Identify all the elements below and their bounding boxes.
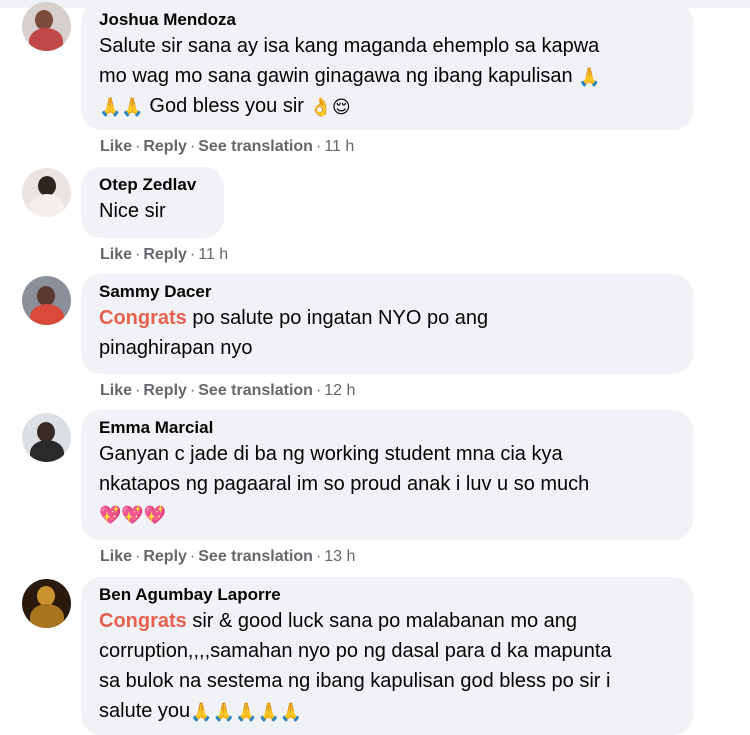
comment-bubble: Sammy Dacer Congrats po salute po ingata…	[81, 274, 693, 374]
comment-bubble: Joshua Mendoza Salute sir sana ay isa ka…	[81, 2, 693, 130]
like-link[interactable]: Like	[100, 246, 132, 263]
pray-emoji-icon: 🙏	[279, 701, 303, 722]
comment-text-line: Salute sir sana ay isa kang maganda ehem…	[99, 35, 600, 57]
heart-emoji-icon: 💖	[99, 504, 122, 525]
comment-bubble: Otep Zedlav Nice sir	[81, 167, 224, 238]
pray-emoji-icon: 🙏	[99, 96, 122, 117]
comment-text: Ganyan c jade di ba ng working student m…	[99, 439, 677, 529]
comment-author[interactable]: Ben Agumbay Laporre	[99, 584, 677, 606]
comment-text-line: 🙏🙏 God bless you sir 👌😌	[99, 91, 677, 121]
comment-author[interactable]: Sammy Dacer	[99, 281, 677, 303]
comment-text-line: corruption,,,,samahan nyo po ng dasal pa…	[99, 640, 612, 662]
relieved-face-emoji-icon: 😌	[331, 96, 351, 117]
see-translation-link[interactable]: See translation	[198, 138, 313, 155]
comment-text: Nice sir	[99, 200, 166, 222]
comment-text-line: Ganyan c jade di ba ng working student m…	[99, 443, 563, 465]
comment-text-line: 💖💖💖	[99, 499, 677, 529]
ok-hand-emoji-icon: 👌	[309, 96, 332, 117]
comment-timestamp[interactable]: 11 h	[324, 138, 354, 155]
comment-timestamp[interactable]: 11 h	[198, 246, 228, 263]
comment-timestamp[interactable]: 13 h	[324, 548, 355, 565]
comment-text-line: pinaghirapan nyo	[99, 337, 253, 359]
highlight-keyword[interactable]: Congrats	[99, 610, 187, 632]
like-link[interactable]: Like	[100, 382, 132, 399]
comment-text-segment: salute you	[99, 700, 191, 722]
pray-emoji-icon: 🙏	[190, 701, 213, 722]
comment-text-segment: sir & good luck sana po malabanan mo ang	[186, 610, 578, 632]
comment-text: Congrats sir & good luck sana po malaban…	[99, 606, 677, 726]
highlight-keyword[interactable]: Congrats	[99, 307, 187, 329]
like-link[interactable]: Like	[100, 138, 132, 155]
comment-actions: Like · Reply · 11 h	[100, 246, 229, 263]
comment-text-segment: mo wag mo sana gawin ginagawa ng ibang k…	[99, 65, 573, 87]
comment-actions: Like · Reply · See translation · 12 h	[100, 382, 356, 399]
pray-emoji-icon: 🙏	[257, 701, 280, 722]
comment-text-line: Congrats sir & good luck sana po malaban…	[99, 606, 677, 636]
comment-actions: Like · Reply · See translation · 13 h	[100, 548, 356, 565]
like-link[interactable]: Like	[100, 548, 132, 565]
comment-text: Congrats po salute po ingatan NYO po ang…	[99, 303, 677, 363]
comment-text: Salute sir sana ay isa kang maganda ehem…	[99, 31, 677, 121]
comment-bubble: Emma Marcial Ganyan c jade di ba ng work…	[81, 410, 693, 540]
comment-author[interactable]: Otep Zedlav	[99, 174, 208, 196]
see-translation-link[interactable]: See translation	[198, 548, 313, 565]
see-translation-link[interactable]: See translation	[198, 382, 313, 399]
avatar[interactable]	[22, 168, 71, 217]
avatar[interactable]	[22, 413, 71, 462]
avatar[interactable]	[22, 2, 71, 51]
comment-author[interactable]: Emma Marcial	[99, 417, 677, 439]
reply-link[interactable]: Reply	[143, 138, 187, 155]
comment-bubble: Ben Agumbay Laporre Congrats sir & good …	[81, 577, 693, 735]
reply-link[interactable]: Reply	[143, 382, 187, 399]
comment-text-line: nkatapos ng pagaaral im so proud anak i …	[99, 473, 590, 495]
heart-emoji-icon: 💖	[143, 504, 167, 525]
pray-emoji-icon: 🙏	[212, 701, 236, 722]
comment-text-segment: po salute po ingatan NYO po ang	[186, 307, 489, 329]
comment-timestamp[interactable]: 12 h	[324, 382, 355, 399]
reply-link[interactable]: Reply	[143, 246, 187, 263]
pray-emoji-icon: 🙏	[121, 96, 144, 117]
comment-text-line: sa bulok na sestema ng ibang kapulisan g…	[99, 670, 611, 692]
comment-actions: Like · Reply · See translation · 11 h	[100, 138, 355, 155]
reply-link[interactable]: Reply	[143, 548, 187, 565]
comment-text-line: Congrats po salute po ingatan NYO po ang	[99, 303, 677, 333]
avatar[interactable]	[22, 579, 71, 628]
pray-emoji-icon: 🙏	[578, 66, 601, 87]
pray-emoji-icon: 🙏	[235, 701, 258, 722]
comment-author[interactable]: Joshua Mendoza	[99, 9, 677, 31]
heart-emoji-icon: 💖	[121, 504, 144, 525]
comment-text-segment: God bless you sir	[149, 95, 304, 117]
comment-text-line: salute you🙏🙏🙏🙏🙏	[99, 696, 677, 726]
avatar[interactable]	[22, 276, 71, 325]
comment-text-line: mo wag mo sana gawin ginagawa ng ibang k…	[99, 61, 677, 91]
